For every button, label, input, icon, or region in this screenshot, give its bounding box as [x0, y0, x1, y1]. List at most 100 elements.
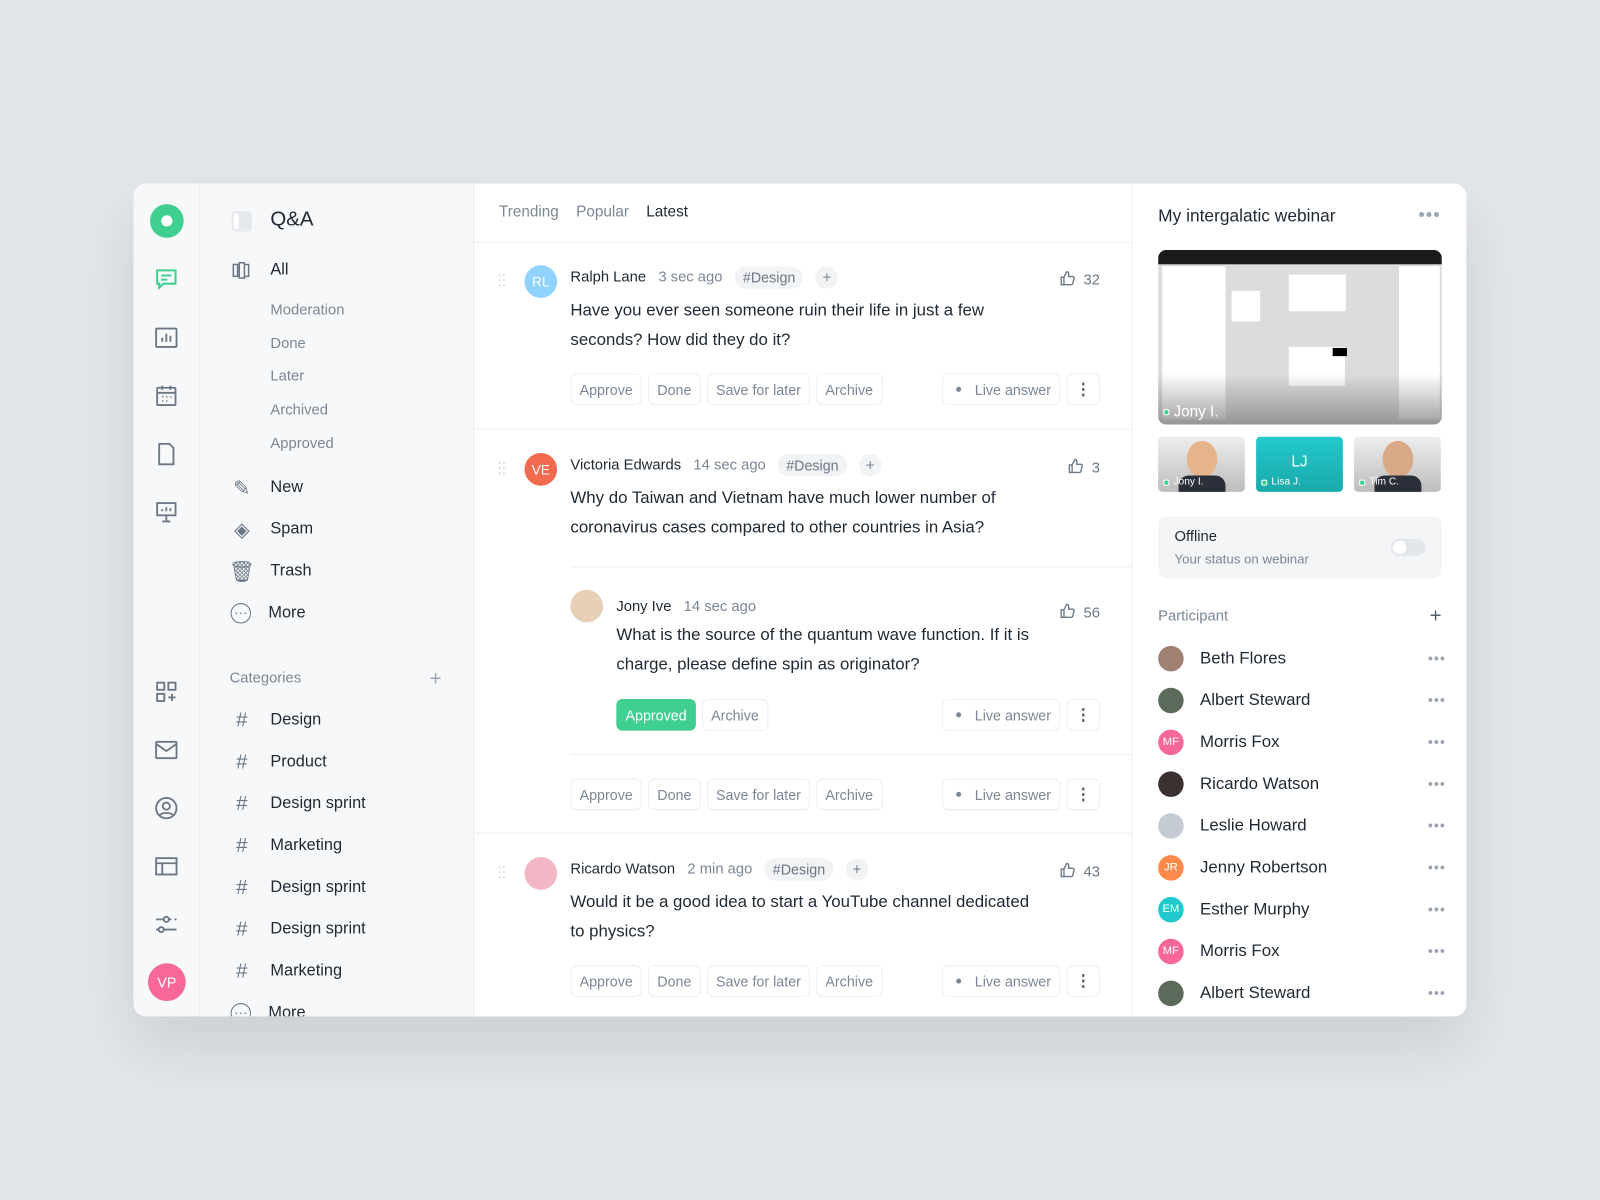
approve-button[interactable]: Approve — [570, 373, 642, 406]
sidebar-toggle-icon[interactable] — [231, 211, 253, 232]
participant-video-thumb[interactable]: Jony I. — [1158, 436, 1245, 492]
presentation-icon[interactable] — [154, 500, 178, 524]
participant-row[interactable]: Leslie Howard ••• — [1158, 812, 1446, 839]
more-options-icon[interactable]: ••• — [1418, 204, 1440, 225]
nav-item-trash[interactable]: 🗑 Trash — [229, 558, 312, 585]
approved-button[interactable]: Approved — [616, 698, 696, 731]
more-actions-button[interactable]: ⋮ — [1066, 373, 1100, 406]
approve-button[interactable]: Approve — [570, 778, 642, 811]
more-options-icon[interactable]: ••• — [1428, 817, 1446, 833]
nav-item-new[interactable]: ✎ New — [231, 474, 303, 501]
approve-button[interactable]: Approve — [570, 965, 642, 997]
logo-icon[interactable] — [149, 204, 184, 238]
nav-subitem-approved[interactable]: Approved — [270, 436, 333, 452]
live-answer-button[interactable]: Live answer — [942, 698, 1061, 731]
layout-icon[interactable] — [154, 854, 178, 878]
participant-video-thumb[interactable]: Tim C. — [1354, 436, 1441, 492]
like-button[interactable]: 32 — [1059, 270, 1100, 290]
screen-share-video[interactable]: Jony I. — [1158, 249, 1442, 425]
more-actions-button[interactable]: ⋮ — [1066, 965, 1100, 997]
more-actions-button[interactable]: ⋮ — [1066, 698, 1100, 731]
participant-row[interactable]: Albert Steward ••• — [1158, 980, 1446, 1007]
done-button[interactable]: Done — [648, 373, 701, 406]
participant-row[interactable]: MF Morris Fox ••• — [1158, 938, 1446, 965]
tab-latest[interactable]: Latest — [646, 203, 688, 220]
more-actions-button[interactable]: ⋮ — [1066, 778, 1100, 811]
like-button[interactable]: 3 — [1067, 458, 1100, 478]
live-answer-button[interactable]: Live answer — [942, 373, 1061, 406]
save-button[interactable]: Save for later — [706, 778, 811, 811]
author-name[interactable]: Jony Ive — [616, 599, 671, 615]
participant-row[interactable]: Beth Flores ••• — [1158, 645, 1446, 672]
more-options-icon[interactable]: ••• — [1428, 943, 1446, 959]
done-button[interactable]: Done — [648, 965, 701, 997]
sliders-icon[interactable] — [154, 912, 178, 936]
category-tag[interactable]: #Design — [764, 858, 834, 881]
tab-trending[interactable]: Trending — [499, 203, 559, 220]
like-button[interactable]: 43 — [1059, 862, 1100, 882]
participant-row[interactable]: Albert Steward ••• — [1158, 687, 1446, 714]
category-item[interactable]: # Design sprint — [231, 791, 366, 818]
more-options-icon[interactable]: ••• — [1428, 692, 1446, 708]
status-toggle[interactable] — [1390, 538, 1426, 557]
live-answer-button[interactable]: Live answer — [942, 778, 1061, 811]
archive-button[interactable]: Archive — [816, 965, 883, 997]
nav-item-more[interactable]: ⋯ More — [230, 600, 306, 627]
category-tag[interactable]: #Design — [778, 454, 847, 477]
category-item[interactable]: # Marketing — [231, 958, 342, 985]
nav-subitem-done[interactable]: Done — [270, 335, 305, 351]
drag-handle-icon[interactable]: ∙∙ ∙∙ ∙∙ — [498, 456, 508, 478]
participant-row[interactable]: EM Esther Murphy ••• — [1158, 896, 1446, 923]
mail-icon[interactable] — [154, 738, 178, 762]
drag-handle-icon[interactable]: ∙∙ ∙∙ ∙∙ — [498, 860, 508, 882]
add-tag-button[interactable]: + — [815, 266, 839, 289]
category-item[interactable]: # Design sprint — [231, 916, 366, 943]
more-options-icon[interactable]: ••• — [1428, 776, 1446, 792]
add-category-icon[interactable]: + — [430, 669, 442, 689]
archive-button[interactable]: Archive — [816, 778, 883, 811]
nav-subitem-archived[interactable]: Archived — [270, 402, 328, 418]
nav-item-spam[interactable]: ◈ Spam — [231, 516, 313, 543]
add-participant-icon[interactable]: + — [1430, 606, 1442, 626]
author-name[interactable]: Victoria Edwards — [570, 457, 681, 473]
participant-row[interactable]: MF Morris Fox ••• — [1158, 729, 1446, 756]
category-tag[interactable]: #Design — [734, 266, 804, 289]
question-meta: Victoria Edwards 14 sec ago #Design + — [570, 454, 882, 477]
participant-video-thumb[interactable]: LJ Lisa J. — [1256, 436, 1343, 492]
add-tag-button[interactable]: + — [845, 858, 869, 881]
participant-row[interactable]: JR Jenny Robertson ••• — [1158, 854, 1446, 881]
more-options-icon[interactable]: ••• — [1428, 859, 1446, 875]
save-button[interactable]: Save for later — [706, 965, 811, 997]
drag-handle-icon[interactable]: ∙∙ ∙∙ ∙∙ — [498, 268, 508, 290]
category-item[interactable]: # Marketing — [231, 833, 342, 860]
category-item[interactable]: # Design — [231, 707, 321, 734]
done-button[interactable]: Done — [648, 778, 701, 811]
nav-item-all[interactable]: All — [231, 257, 289, 284]
document-icon[interactable] — [154, 442, 178, 466]
nav-subitem-moderation[interactable]: Moderation — [270, 302, 344, 318]
archive-button[interactable]: Archive — [701, 698, 768, 731]
archive-button[interactable]: Archive — [816, 373, 883, 406]
save-button[interactable]: Save for later — [706, 373, 811, 406]
participant-row[interactable]: Ricardo Watson ••• — [1158, 770, 1446, 797]
category-item[interactable]: # Product — [231, 749, 327, 776]
chart-icon[interactable] — [154, 326, 178, 350]
more-options-icon[interactable]: ••• — [1428, 650, 1446, 666]
tab-popular[interactable]: Popular — [576, 203, 629, 220]
nav-subitem-later[interactable]: Later — [270, 369, 304, 385]
category-item[interactable]: # Design sprint — [231, 874, 366, 901]
calendar-icon[interactable] — [154, 384, 178, 408]
user-avatar[interactable]: VP — [147, 963, 186, 1002]
more-options-icon[interactable]: ••• — [1428, 901, 1446, 917]
apps-add-icon[interactable] — [154, 680, 178, 704]
author-name[interactable]: Ricardo Watson — [570, 861, 675, 877]
author-name[interactable]: Ralph Lane — [570, 269, 646, 285]
more-options-icon[interactable]: ••• — [1428, 734, 1446, 750]
more-options-icon[interactable]: ••• — [1428, 985, 1446, 1001]
chat-icon[interactable] — [154, 266, 178, 291]
user-circle-icon[interactable] — [154, 796, 178, 820]
live-actions: Live answer ⋮ — [942, 373, 1100, 406]
live-answer-button[interactable]: Live answer — [942, 965, 1061, 997]
category-item[interactable]: ⋯ More — [230, 1000, 306, 1017]
add-tag-button[interactable]: + — [859, 454, 882, 477]
